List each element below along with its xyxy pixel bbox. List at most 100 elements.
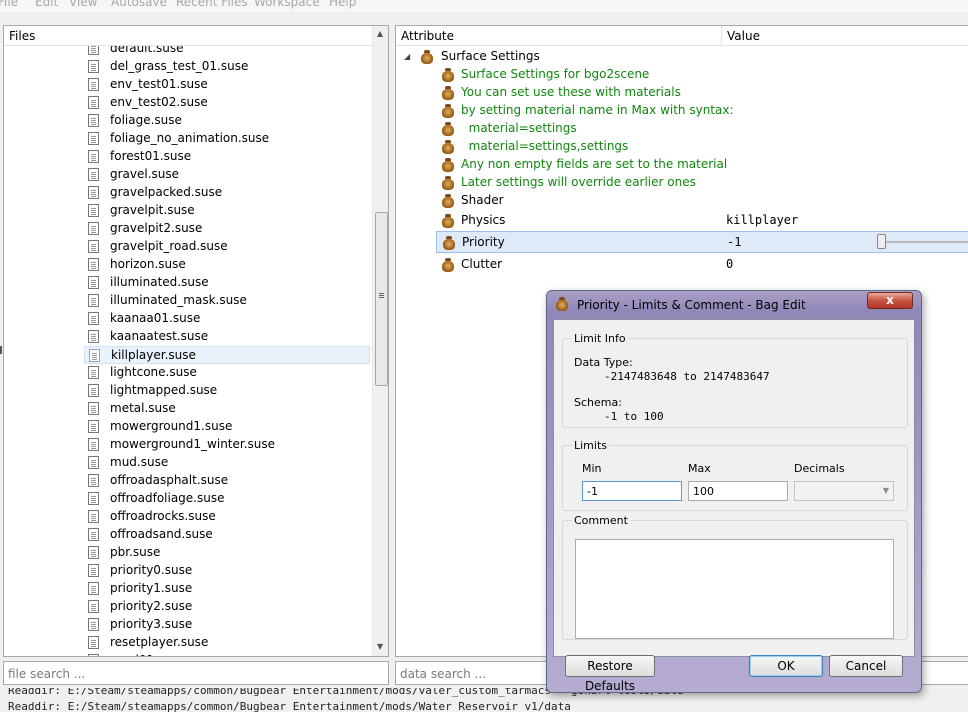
file-item[interactable]: horizon.suse [84,256,370,274]
file-icon [88,456,99,469]
file-item[interactable]: del_grass_test_01.suse [84,58,370,76]
file-icon [88,618,99,631]
attribute-row[interactable]: Shader [396,192,968,210]
priority-slider-track[interactable] [877,241,968,243]
console-line: Readdir: E:/Steam/steamapps/common/Bugbe… [8,700,571,712]
file-icon [88,78,99,91]
file-item[interactable]: foliage_no_animation.suse [84,130,370,148]
value-column-header[interactable]: Value [722,26,968,46]
scroll-down-icon[interactable]: ▼ [377,642,383,651]
data-type-label: Data Type: [574,356,633,369]
attribute-label: Priority [462,235,505,249]
restore-defaults-button[interactable]: Restore Defaults [565,655,655,693]
attribute-row[interactable]: You can set use these with materials [396,84,968,102]
menu-view[interactable]: View [69,0,97,9]
attribute-row[interactable]: Clutter 0 [396,256,968,274]
bag-icon [441,140,455,154]
file-list: default.suse del_grass_test_01.suse env_te… [4,46,372,656]
collapse-arrow-icon[interactable]: ◢ [404,52,410,61]
file-item[interactable]: sand01... [84,652,370,656]
files-header[interactable]: Files [4,26,372,46]
attribute-label: material=settings,settings [461,139,629,153]
menu-edit[interactable]: Edit [35,0,58,9]
file-item[interactable]: priority1.suse [84,580,370,598]
attribute-row[interactable]: Surface Settings for bgo2scene [396,66,968,84]
file-item[interactable]: priority2.suse [84,598,370,616]
scroll-up-icon[interactable]: ▲ [377,29,383,38]
menu-autosave[interactable]: Autosave [111,0,167,9]
bag-icon [441,86,455,100]
attribute-row[interactable]: Priority -1 [436,231,968,253]
file-item[interactable]: gravelpit_road.suse [84,238,370,256]
dialog-title: Priority - Limits & Comment - Bag Edit [577,298,806,312]
menu-workspace[interactable]: Workspace [254,0,320,9]
file-item[interactable]: kaanaatest.suse [84,328,370,346]
file-item[interactable]: gravelpacked.suse [84,184,370,202]
decimals-select[interactable]: ▼ [794,481,894,501]
file-item[interactable]: priority0.suse [84,562,370,580]
file-item[interactable]: offroadfoliage.suse [84,490,370,508]
limit-info-label: Limit Info [572,332,628,345]
file-icon [88,438,99,451]
file-item[interactable]: offroadasphalt.suse [84,472,370,490]
file-item[interactable]: default.suse [84,46,370,58]
file-item[interactable]: offroadsand.suse [84,526,370,544]
file-item[interactable]: illuminated_mask.suse [84,292,370,310]
attribute-label: by setting material name in Max with syn… [461,103,734,117]
attribute-column-header[interactable]: Attribute [396,26,722,46]
file-item[interactable]: gravelpit.suse [84,202,370,220]
attribute-row[interactable]: Physics killplayer [396,212,968,230]
file-item[interactable]: killplayer.suse [84,346,370,364]
file-item[interactable]: pbr.suse [84,544,370,562]
cancel-button[interactable]: Cancel [829,655,903,677]
file-item[interactable]: mowerground1_winter.suse [84,436,370,454]
file-icon [88,204,99,217]
menu-file[interactable]: File [0,0,18,9]
file-item[interactable]: metal.suse [84,400,370,418]
attribute-row[interactable]: material=settings,settings [396,138,968,156]
ok-button[interactable]: OK [749,655,823,677]
decimals-label: Decimals [794,462,845,475]
file-item[interactable]: resetplayer.suse [84,634,370,652]
attribute-row[interactable]: by setting material name in Max with syn… [396,102,968,120]
limits-group [562,445,908,511]
attribute-row[interactable]: Later settings will override earlier one… [396,174,968,192]
file-item[interactable]: illuminated.suse [84,274,370,292]
attribute-value[interactable]: 0 [726,257,733,271]
scrollbar-thumb[interactable] [375,212,388,386]
attribute-row[interactable]: ◢ Surface Settings [396,48,968,66]
file-item[interactable]: foliage.suse [84,112,370,130]
min-field-value: -1 [587,485,598,498]
file-icon [88,384,99,397]
attribute-value[interactable]: killplayer [726,213,798,227]
file-item[interactable]: lightmapped.suse [84,382,370,400]
close-button[interactable]: x [867,292,913,309]
file-item[interactable]: lightcone.suse [84,364,370,382]
file-item[interactable]: mowerground1.suse [84,418,370,436]
file-icon [88,312,99,325]
bag-icon [555,297,569,311]
file-name: offroadfoliage.suse [110,491,225,505]
attribute-label: Surface Settings [441,49,540,63]
file-item[interactable]: env_test02.suse [84,94,370,112]
max-field[interactable]: 100 [688,481,788,501]
file-search-input[interactable]: file search ... [3,661,389,685]
file-item[interactable]: priority3.suse [84,616,370,634]
file-item[interactable]: env_test01.suse [84,76,370,94]
file-item[interactable]: gravelpit2.suse [84,220,370,238]
files-scrollbar[interactable]: ▲ ▼ [372,26,388,656]
min-field[interactable]: -1 [582,481,682,501]
attribute-row[interactable]: Any non empty fields are set to the mate… [396,156,968,174]
file-item[interactable]: offroadrocks.suse [84,508,370,526]
splitter-handle[interactable] [0,346,2,354]
menu-help[interactable]: Help [329,0,356,9]
file-item[interactable]: forest01.suse [84,148,370,166]
comment-textarea[interactable] [575,539,894,639]
file-item[interactable]: gravel.suse [84,166,370,184]
file-item[interactable]: mud.suse [84,454,370,472]
file-item[interactable]: kaanaa01.suse [84,310,370,328]
attribute-value[interactable]: -1 [727,235,741,249]
menu-recent-files[interactable]: Recent Files [176,0,248,9]
attribute-row[interactable]: material=settings [396,120,968,138]
priority-slider-thumb[interactable] [877,234,886,249]
